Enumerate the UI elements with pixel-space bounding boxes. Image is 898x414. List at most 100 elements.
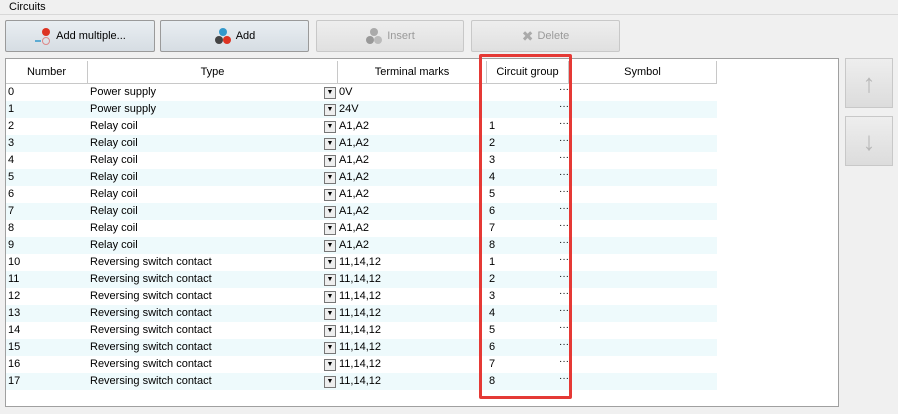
table-row[interactable]: 14 Reversing switch contact ▼ 11,14,12 5… — [6, 322, 717, 339]
type-dropdown-icon[interactable]: ▼ — [324, 223, 336, 235]
cell-number[interactable]: 7 — [6, 203, 88, 220]
cell-type[interactable]: Reversing switch contact — [88, 288, 324, 305]
cell-type[interactable]: Relay coil — [88, 152, 324, 169]
cell-type[interactable]: Power supply — [88, 84, 324, 101]
cell-number[interactable]: 15 — [6, 339, 88, 356]
table-row[interactable]: 11 Reversing switch contact ▼ 11,14,12 2… — [6, 271, 717, 288]
type-dropdown-icon[interactable]: ▼ — [324, 274, 336, 286]
cell-type[interactable]: Relay coil — [88, 118, 324, 135]
table-row[interactable]: 5 Relay coil ▼ A1,A2 4 ··· — [6, 169, 717, 186]
cell-symbol[interactable] — [569, 152, 717, 169]
cell-number[interactable]: 17 — [6, 373, 88, 390]
cell-type[interactable]: Reversing switch contact — [88, 373, 324, 390]
type-dropdown-icon[interactable]: ▼ — [324, 342, 336, 354]
cell-terminal-marks[interactable]: A1,A2 — [337, 169, 486, 186]
cell-type[interactable]: Reversing switch contact — [88, 271, 324, 288]
cell-terminal-marks[interactable]: 11,14,12 — [337, 322, 486, 339]
type-dropdown-icon[interactable]: ▼ — [324, 138, 336, 150]
cell-type[interactable]: Reversing switch contact — [88, 254, 324, 271]
table-row[interactable]: 1 Power supply ▼ 24V ··· — [6, 101, 717, 118]
cell-type[interactable]: Reversing switch contact — [88, 339, 324, 356]
header-terminal-marks[interactable]: Terminal marks — [338, 61, 487, 84]
cell-terminal-marks[interactable]: 11,14,12 — [337, 356, 486, 373]
cell-number[interactable]: 11 — [6, 271, 88, 288]
cell-type[interactable]: Relay coil — [88, 237, 324, 254]
cell-symbol[interactable] — [569, 271, 717, 288]
move-up-button[interactable]: ↑ — [845, 58, 893, 108]
cell-symbol[interactable] — [569, 339, 717, 356]
cell-symbol[interactable] — [569, 322, 717, 339]
type-dropdown-icon[interactable]: ▼ — [324, 206, 336, 218]
cell-type[interactable]: Relay coil — [88, 135, 324, 152]
cell-terminal-marks[interactable]: A1,A2 — [337, 237, 486, 254]
cell-number[interactable]: 6 — [6, 186, 88, 203]
cell-type[interactable]: Relay coil — [88, 220, 324, 237]
header-number[interactable]: Number — [6, 61, 88, 84]
table-row[interactable]: 16 Reversing switch contact ▼ 11,14,12 7… — [6, 356, 717, 373]
cell-number[interactable]: 5 — [6, 169, 88, 186]
cell-symbol[interactable] — [569, 186, 717, 203]
table-row[interactable]: 2 Relay coil ▼ A1,A2 1 ··· — [6, 118, 717, 135]
cell-symbol[interactable] — [569, 118, 717, 135]
type-dropdown-icon[interactable]: ▼ — [324, 189, 336, 201]
cell-terminal-marks[interactable]: 11,14,12 — [337, 305, 486, 322]
table-row[interactable]: 0 Power supply ▼ 0V ··· — [6, 84, 717, 101]
cell-type[interactable]: Relay coil — [88, 186, 324, 203]
delete-button[interactable]: ✖ Delete — [471, 20, 620, 52]
cell-number[interactable]: 8 — [6, 220, 88, 237]
type-dropdown-icon[interactable]: ▼ — [324, 291, 336, 303]
cell-terminal-marks[interactable]: 0V — [337, 84, 486, 101]
cell-terminal-marks[interactable]: A1,A2 — [337, 118, 486, 135]
cell-terminal-marks[interactable]: 24V — [337, 101, 486, 118]
type-dropdown-icon[interactable]: ▼ — [324, 155, 336, 167]
cell-number[interactable]: 4 — [6, 152, 88, 169]
cell-number[interactable]: 13 — [6, 305, 88, 322]
cell-number[interactable]: 2 — [6, 118, 88, 135]
cell-number[interactable]: 9 — [6, 237, 88, 254]
cell-symbol[interactable] — [569, 254, 717, 271]
type-dropdown-icon[interactable]: ▼ — [324, 376, 336, 388]
cell-number[interactable]: 10 — [6, 254, 88, 271]
cell-number[interactable]: 3 — [6, 135, 88, 152]
type-dropdown-icon[interactable]: ▼ — [324, 87, 336, 99]
cell-terminal-marks[interactable]: 11,14,12 — [337, 271, 486, 288]
cell-terminal-marks[interactable]: A1,A2 — [337, 203, 486, 220]
cell-type[interactable]: Reversing switch contact — [88, 356, 324, 373]
type-dropdown-icon[interactable]: ▼ — [324, 308, 336, 320]
cell-symbol[interactable] — [569, 305, 717, 322]
cell-symbol[interactable] — [569, 356, 717, 373]
cell-type[interactable]: Reversing switch contact — [88, 322, 324, 339]
cell-symbol[interactable] — [569, 237, 717, 254]
cell-type[interactable]: Relay coil — [88, 169, 324, 186]
table-row[interactable]: 17 Reversing switch contact ▼ 11,14,12 8… — [6, 373, 717, 390]
table-row[interactable]: 15 Reversing switch contact ▼ 11,14,12 6… — [6, 339, 717, 356]
cell-symbol[interactable] — [569, 169, 717, 186]
cell-symbol[interactable] — [569, 84, 717, 101]
cell-number[interactable]: 16 — [6, 356, 88, 373]
cell-number[interactable]: 14 — [6, 322, 88, 339]
insert-button[interactable]: Insert — [316, 20, 464, 52]
header-type[interactable]: Type — [88, 61, 338, 84]
cell-symbol[interactable] — [569, 373, 717, 390]
cell-terminal-marks[interactable]: 11,14,12 — [337, 254, 486, 271]
type-dropdown-icon[interactable]: ▼ — [324, 104, 336, 116]
cell-symbol[interactable] — [569, 101, 717, 118]
add-button[interactable]: Add — [160, 20, 309, 52]
table-row[interactable]: 3 Relay coil ▼ A1,A2 2 ··· — [6, 135, 717, 152]
cell-terminal-marks[interactable]: A1,A2 — [337, 186, 486, 203]
table-row[interactable]: 7 Relay coil ▼ A1,A2 6 ··· — [6, 203, 717, 220]
cell-terminal-marks[interactable]: A1,A2 — [337, 220, 486, 237]
table-row[interactable]: 12 Reversing switch contact ▼ 11,14,12 3… — [6, 288, 717, 305]
cell-number[interactable]: 0 — [6, 84, 88, 101]
table-row[interactable]: 9 Relay coil ▼ A1,A2 8 ··· — [6, 237, 717, 254]
cell-terminal-marks[interactable]: A1,A2 — [337, 152, 486, 169]
cell-symbol[interactable] — [569, 288, 717, 305]
type-dropdown-icon[interactable]: ▼ — [324, 240, 336, 252]
header-symbol[interactable]: Symbol — [569, 61, 717, 84]
cell-number[interactable]: 12 — [6, 288, 88, 305]
cell-type[interactable]: Reversing switch contact — [88, 305, 324, 322]
table-row[interactable]: 4 Relay coil ▼ A1,A2 3 ··· — [6, 152, 717, 169]
cell-terminal-marks[interactable]: 11,14,12 — [337, 373, 486, 390]
circuits-table[interactable]: Number Type Terminal marks Circuit group… — [5, 58, 839, 407]
type-dropdown-icon[interactable]: ▼ — [324, 359, 336, 371]
